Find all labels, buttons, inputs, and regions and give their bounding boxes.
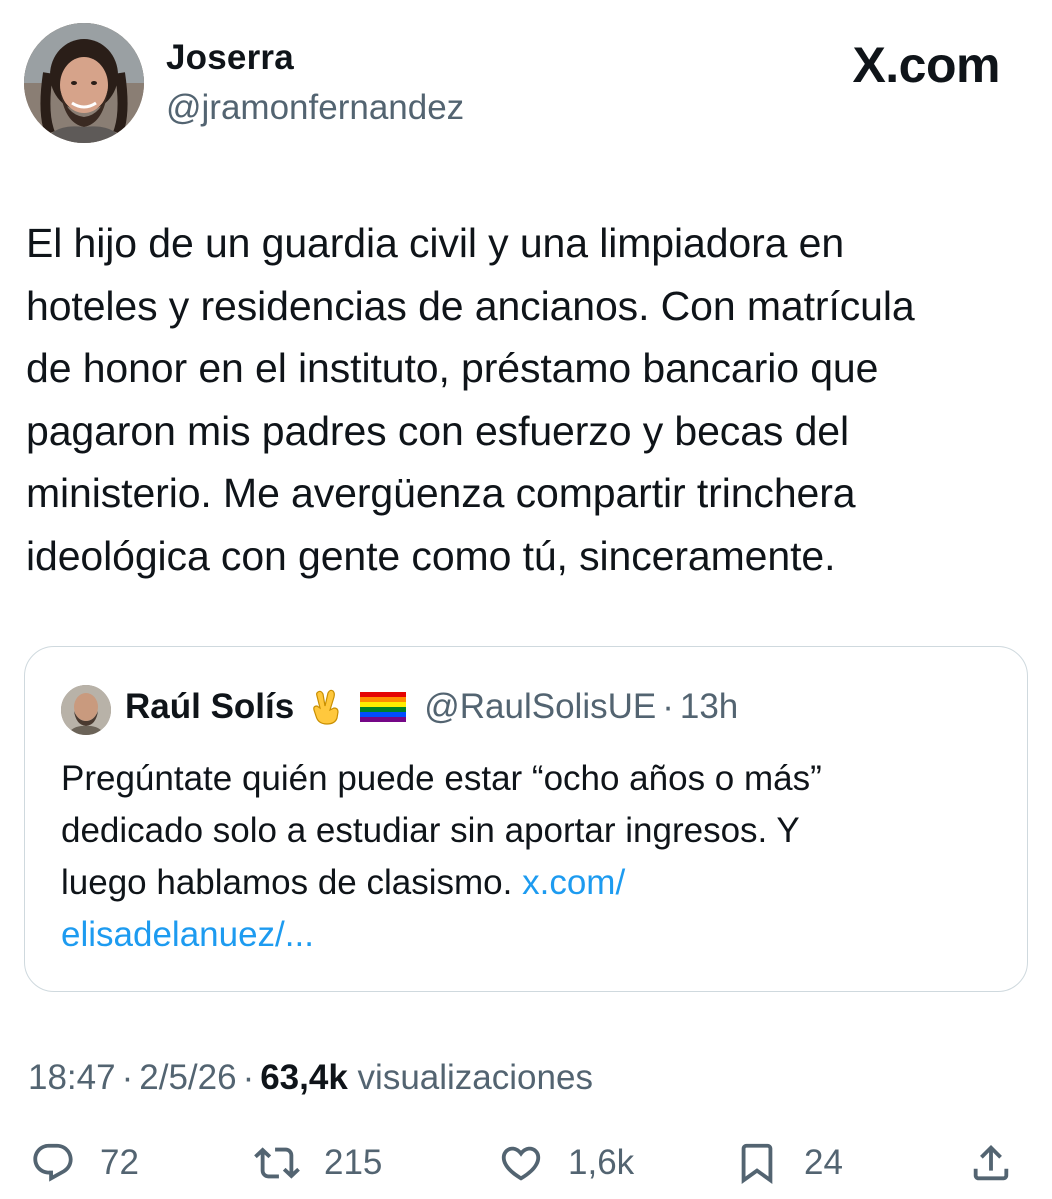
tweet-date[interactable]: 2/5/26 — [139, 1058, 236, 1097]
author-name[interactable]: Joserra — [166, 38, 294, 78]
quoted-text: Pregúntate quién puede estar “ocho años … — [61, 753, 1001, 961]
quoted-line: dedicado solo a estudiar sin aportar ing… — [61, 811, 800, 850]
bookmark-icon — [741, 1143, 773, 1184]
tweet-line: ministerio. Me avergüenza compartir trin… — [26, 470, 856, 516]
reply-icon — [33, 1143, 73, 1182]
quoted-line: elisadelanuez/... — [61, 909, 1001, 961]
author-avatar[interactable] — [24, 23, 144, 143]
share-button[interactable] — [968, 1140, 1014, 1186]
quoted-link[interactable]: x.com/ — [522, 863, 625, 902]
bookmark-button[interactable]: 24 — [734, 1140, 843, 1186]
reply-button[interactable]: 72 — [30, 1140, 139, 1186]
views-label: visualizaciones — [357, 1058, 593, 1097]
quoted-author-handle[interactable]: @RaulSolisUE — [424, 687, 656, 727]
reply-count: 72 — [100, 1143, 139, 1182]
quoted-line: luego hablamos de clasismo. x.com/ — [61, 857, 1001, 909]
action-bar: 72 215 1,6k 24 — [0, 1140, 1052, 1199]
quoted-author-avatar[interactable] — [61, 685, 111, 735]
tweet-meta: 18:47 · 2/5/26 · 63,4k visualizaciones — [28, 1058, 593, 1098]
like-count: 1,6k — [568, 1143, 635, 1182]
author-handle[interactable]: @jramonfernandez — [166, 88, 464, 128]
quoted-line-text: luego hablamos de clasismo. — [61, 863, 523, 902]
brand-watermark: X.com — [852, 36, 1000, 94]
tweet-line: de honor en el instituto, préstamo banca… — [26, 345, 879, 391]
bookmark-count: 24 — [804, 1143, 843, 1182]
tweet-line: pagaron mis padres con esfuerzo y becas … — [26, 407, 850, 454]
tweet-text: El hijo de un guardia civil y una limpia… — [26, 212, 1036, 587]
quoted-link-continued[interactable]: elisadelanuez/... — [61, 915, 314, 954]
tweet-card: Joserra @jramonfernandez X.com El hijo d… — [0, 0, 1052, 1199]
separator-dot: · — [242, 1058, 255, 1097]
tweet-line: El hijo de un guardia civil y una limpia… — [26, 220, 845, 266]
quoted-header: Raúl Solís @RaulSolisUE · 13h — [125, 687, 738, 727]
victory-hand-emoji-icon — [308, 688, 344, 726]
like-button[interactable]: 1,6k — [498, 1140, 634, 1186]
repost-icon — [254, 1147, 300, 1179]
brand-label: X.com — [852, 37, 1000, 93]
rainbow-flag-emoji-icon — [360, 692, 407, 722]
repost-button[interactable]: 215 — [254, 1140, 382, 1186]
views-count: 63,4k — [260, 1058, 348, 1097]
repost-count: 215 — [324, 1143, 383, 1182]
quoted-author-name[interactable]: Raúl Solís — [125, 687, 294, 727]
tweet-line: hoteles y residencias de ancianos. Con m… — [26, 282, 915, 329]
separator-dot: · — [662, 687, 674, 726]
share-icon — [973, 1144, 1009, 1181]
quoted-timestamp[interactable]: 13h — [680, 687, 738, 727]
quoted-tweet[interactable]: Raúl Solís @RaulSolisUE · 13h Pregúntate… — [24, 646, 1028, 992]
separator-dot: · — [121, 1058, 134, 1097]
tweet-time[interactable]: 18:47 — [28, 1058, 116, 1097]
tweet-line: ideológica con gente como tú, sinceramen… — [26, 532, 836, 579]
like-icon — [501, 1146, 541, 1181]
quoted-line: Pregúntate quién puede estar “ocho años … — [61, 759, 822, 798]
